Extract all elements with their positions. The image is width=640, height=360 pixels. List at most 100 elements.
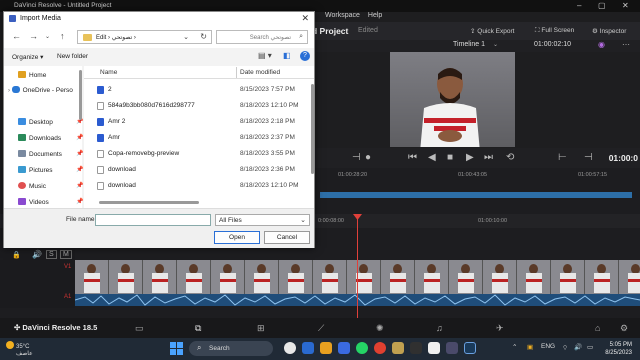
whatsapp-app-icon[interactable] <box>356 342 368 354</box>
language-indicator[interactable]: ENG <box>541 343 555 350</box>
chrome-app-icon[interactable] <box>374 342 386 354</box>
skip-start-icon[interactable]: ⏮ <box>408 152 417 163</box>
deliver-page-icon[interactable]: ✈ <box>496 323 504 334</box>
chevron-down-icon[interactable]: ⌄ <box>493 41 498 48</box>
sidebar-item-music[interactable]: Music 📌 <box>18 182 83 190</box>
speaker-icon[interactable]: 🔊 <box>32 250 42 259</box>
solo-button[interactable]: S <box>46 250 57 259</box>
media-page-icon[interactable]: ▭ <box>135 323 144 334</box>
sidebar-item-documents[interactable]: Documents 📌 <box>18 150 83 158</box>
column-header-date[interactable]: Date modified <box>240 69 280 76</box>
column-divider[interactable] <box>236 67 237 78</box>
chevron-down-icon[interactable]: ⌄ <box>183 33 189 41</box>
next-clip-icon[interactable]: ⊣ <box>584 152 593 163</box>
sidebar-item-pictures[interactable]: Pictures 📌 <box>18 166 83 174</box>
pin-icon[interactable]: 📌 <box>76 166 83 173</box>
volume-icon[interactable]: 🔊 <box>574 343 582 351</box>
file-list-scrollbar[interactable] <box>311 84 314 174</box>
sidebar-item-onedrive[interactable]: › OneDrive - Perso <box>8 86 73 94</box>
sidebar-item-desktop[interactable]: Desktop 📌 <box>18 118 83 126</box>
taskbar-search[interactable]: ⌕ Search <box>189 341 273 356</box>
help-icon[interactable]: ? <box>300 51 310 61</box>
file-row[interactable]: 2 8/15/2023 7:57 PM <box>88 83 306 97</box>
file-row[interactable]: Amr 8/18/2023 2:37 PM <box>88 131 306 145</box>
step-back-icon[interactable]: ◀ <box>428 152 436 163</box>
tray-app-icon[interactable]: ▣ <box>527 343 533 351</box>
chevron-down-icon[interactable]: ⌄ <box>45 33 50 40</box>
home-icon[interactable]: ⌂ <box>595 323 600 333</box>
preview-pane-icon[interactable]: ◧ <box>283 51 291 60</box>
app-icon[interactable] <box>446 342 458 354</box>
pin-icon[interactable]: 📌 <box>76 134 83 141</box>
marker-dot-icon[interactable]: ● <box>365 152 371 163</box>
cut-page-icon[interactable]: ⧉ <box>195 323 201 334</box>
edit-page-icon[interactable]: ⊞ <box>257 323 265 334</box>
column-header-name[interactable]: Name <box>100 69 117 76</box>
app-icon[interactable] <box>392 342 404 354</box>
fairlight-page-icon[interactable]: ♫ <box>436 323 443 333</box>
play-icon[interactable]: ▶ <box>466 152 474 163</box>
file-name-input[interactable] <box>95 214 211 226</box>
pin-icon[interactable]: 📌 <box>76 182 83 189</box>
minimize-icon[interactable]: – <box>577 1 581 10</box>
edge-app-icon[interactable] <box>302 342 314 354</box>
sidebar-scrollbar[interactable] <box>79 70 82 120</box>
refresh-icon[interactable]: ↻ <box>200 32 207 41</box>
prev-clip-icon[interactable]: ⊢ <box>558 152 567 163</box>
close-icon[interactable]: ✕ <box>301 13 309 24</box>
skip-end-icon[interactable]: ⏭ <box>484 152 493 163</box>
color-page-icon[interactable]: ✺ <box>376 323 384 334</box>
full-screen-button[interactable]: ⛶ Full Screen <box>535 27 574 35</box>
breadcrumb-root[interactable]: Edit <box>96 35 106 41</box>
inspector-button[interactable]: ⚙ Inspector <box>592 27 626 35</box>
menu-workspace[interactable]: Workspace <box>325 12 360 22</box>
file-row[interactable]: download 8/18/2023 2:36 PM <box>88 163 306 177</box>
open-button[interactable]: Open <box>214 231 260 244</box>
maximize-icon[interactable]: ▢ <box>598 1 606 10</box>
store-app-icon[interactable] <box>338 342 350 354</box>
davinci-resolve-app-icon[interactable] <box>464 342 476 354</box>
cancel-button[interactable]: Cancel <box>264 231 310 244</box>
stop-icon[interactable]: ■ <box>447 152 453 163</box>
sidebar-item-downloads[interactable]: Downloads 📌 <box>18 134 83 142</box>
sidebar-item-home[interactable]: Home <box>18 71 46 79</box>
horizontal-scrollbar[interactable] <box>99 201 199 204</box>
windows-start-icon[interactable] <box>170 342 183 355</box>
weather-widget[interactable]: 35°C عاصف <box>6 341 33 358</box>
sidebar-item-videos[interactable]: Videos 📌 <box>18 198 83 206</box>
loop-icon[interactable]: ⟲ <box>506 152 514 163</box>
mail-app-icon[interactable] <box>410 342 422 354</box>
wifi-icon[interactable]: ⌔ <box>562 343 568 352</box>
file-type-select[interactable]: All Files ⌄ <box>215 214 310 226</box>
notion-app-icon[interactable] <box>428 342 440 354</box>
battery-icon[interactable]: ▭ <box>587 343 593 351</box>
forward-arrow-icon[interactable]: → <box>29 31 38 41</box>
widgets-app-icon[interactable] <box>284 342 296 354</box>
trim-icon[interactable]: ⊣ <box>352 152 361 163</box>
breadcrumb-folder[interactable]: تصوتحي <box>112 35 133 41</box>
timeline-name[interactable]: Timeline 1 <box>453 41 485 48</box>
organize-button[interactable]: Organize ▾ <box>12 53 43 61</box>
up-arrow-icon[interactable]: ↑ <box>60 31 65 41</box>
file-row[interactable]: 584a9b3bb080d7616d298777 8/18/2023 12:10 … <box>88 99 306 113</box>
mute-button[interactable]: M <box>60 250 72 259</box>
back-arrow-icon[interactable]: ← <box>12 31 21 41</box>
chevron-up-icon[interactable]: ⌃ <box>512 343 517 351</box>
pin-icon[interactable]: 📌 <box>76 198 83 205</box>
file-row[interactable]: Copa-removebg-preview 8/18/2023 3:55 PM <box>88 147 306 161</box>
more-icon[interactable]: ⋯ <box>622 40 630 49</box>
file-row[interactable]: download 8/18/2023 12:10 PM <box>88 179 306 193</box>
lock-icon[interactable]: 🔒 <box>12 251 21 259</box>
quick-export-button[interactable]: ⇪ Quick Export <box>470 27 514 35</box>
settings-icon[interactable]: ⚙ <box>620 323 628 334</box>
fusion-icon[interactable]: ◉ <box>598 40 605 49</box>
view-options-icon[interactable]: ▤ ▾ <box>258 51 272 60</box>
address-bar[interactable]: Edit › تصوتحي › ⌄ ↻ <box>77 30 212 44</box>
clock[interactable]: 5:05 PM 8/25/2023 <box>605 341 632 357</box>
file-row[interactable]: Amr 2 8/18/2023 2:18 PM <box>88 115 306 129</box>
explorer-app-icon[interactable] <box>320 342 332 354</box>
close-icon[interactable]: ✕ <box>622 1 629 10</box>
pin-icon[interactable]: 📌 <box>76 150 83 157</box>
search-input[interactable]: Search تصوتحي ⌕ <box>216 30 308 44</box>
new-folder-button[interactable]: New folder <box>57 53 88 60</box>
